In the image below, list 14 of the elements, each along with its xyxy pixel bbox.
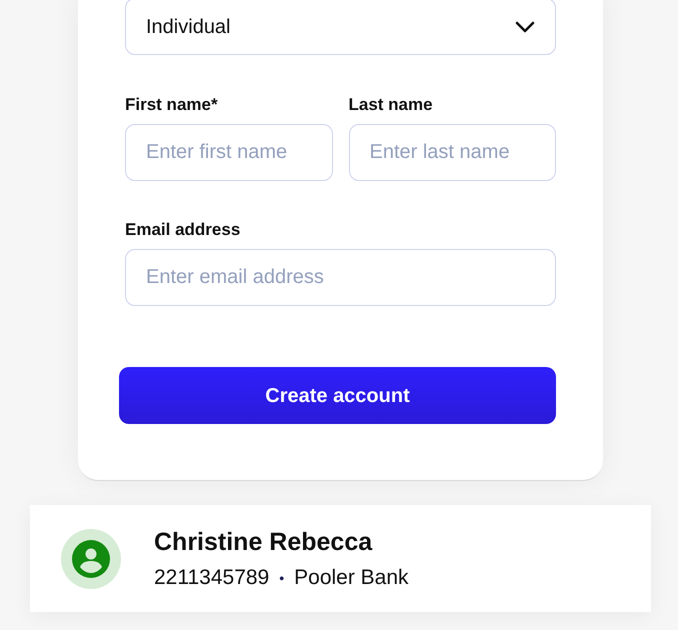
account-number: 2211345789	[154, 564, 270, 590]
field-label: First name*	[125, 95, 219, 115]
input-field[interactable]: Enter first name	[125, 124, 332, 181]
chevron-down-icon	[515, 20, 535, 32]
bank-name: Pooler Bank	[294, 564, 409, 590]
account-type-select[interactable]: Individual	[125, 0, 556, 55]
field-label: Last name	[348, 95, 434, 115]
separator-dot: •	[279, 568, 284, 588]
input-field[interactable]: Enter last name	[348, 124, 556, 181]
person-icon	[72, 540, 110, 578]
input-field[interactable]: Enter email address	[125, 249, 556, 306]
create-account-button[interactable]: Create account	[119, 367, 556, 424]
field-label: Email address	[125, 220, 242, 240]
contact-name: Christine Rebecca	[154, 526, 374, 556]
